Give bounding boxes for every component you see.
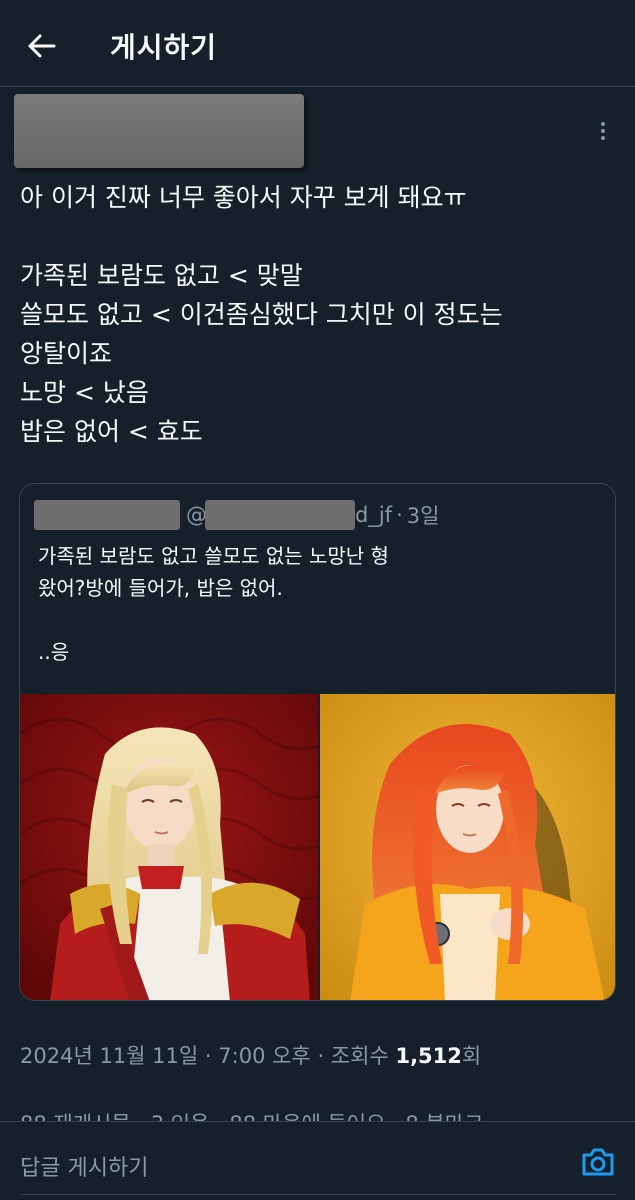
camera-icon [582,1148,614,1176]
views-suffix: 회 [461,1044,482,1068]
author-name-redacted[interactable] [14,94,304,168]
quote-handle-suffix: d_jf [355,503,393,527]
meta-dot: · [317,1044,325,1068]
more-vertical-icon [601,122,605,126]
post-date: 2024년 11월 11일 [20,1044,199,1068]
quote-time: 3일 [406,504,440,528]
back-button[interactable] [24,28,60,64]
reply-underline [20,1194,616,1195]
quote-header: @ d_jf · 3일 [34,500,439,530]
camera-button[interactable] [580,1146,616,1178]
views-label: 조회수 [330,1044,389,1068]
quoted-post[interactable]: @ d_jf · 3일 가족된 보람도 없고 쓸모도 없는 노망난 형 왔어?방… [19,483,616,1001]
top-bar: 게시하기 [0,0,635,86]
views-count: 1,512 [395,1044,462,1068]
divider [0,86,635,87]
post-meta: 2024년 11월 11일 · 7:00 오후 · 조회수 1,512회 [20,1040,481,1070]
quote-image-left[interactable] [20,694,318,1000]
quote-separator: · [396,503,403,527]
character-illustration-blonde [20,694,318,1000]
page-title: 게시하기 [110,31,218,64]
post-time: 7:00 오후 [218,1044,311,1068]
quote-handle-redacted [205,500,355,530]
meta-dot: · [204,1044,212,1068]
quote-handle-at: @ [186,503,207,527]
reply-input[interactable]: 답글 게시하기 [20,1150,148,1182]
arrow-left-icon [28,34,56,58]
quote-author-redacted [34,500,180,530]
more-options-button[interactable] [590,118,616,144]
quote-text: 가족된 보람도 없고 쓸모도 없는 노망난 형 왔어?방에 들어가, 밥은 없어… [38,544,389,664]
engagement-stats[interactable]: 88 재게시물 · 3 인용 · 88 마음에 들어요 · 8 북마크 [20,1108,620,1122]
quote-image-right[interactable] [320,694,615,1000]
reply-bar: 답글 게시하기 [0,1121,635,1200]
character-illustration-redhair [320,694,615,1000]
post-text: 아 이거 진짜 너무 좋아서 자꾸 보게 돼요ㅠ 가족된 보람도 없고 < 맞말… [20,183,503,446]
